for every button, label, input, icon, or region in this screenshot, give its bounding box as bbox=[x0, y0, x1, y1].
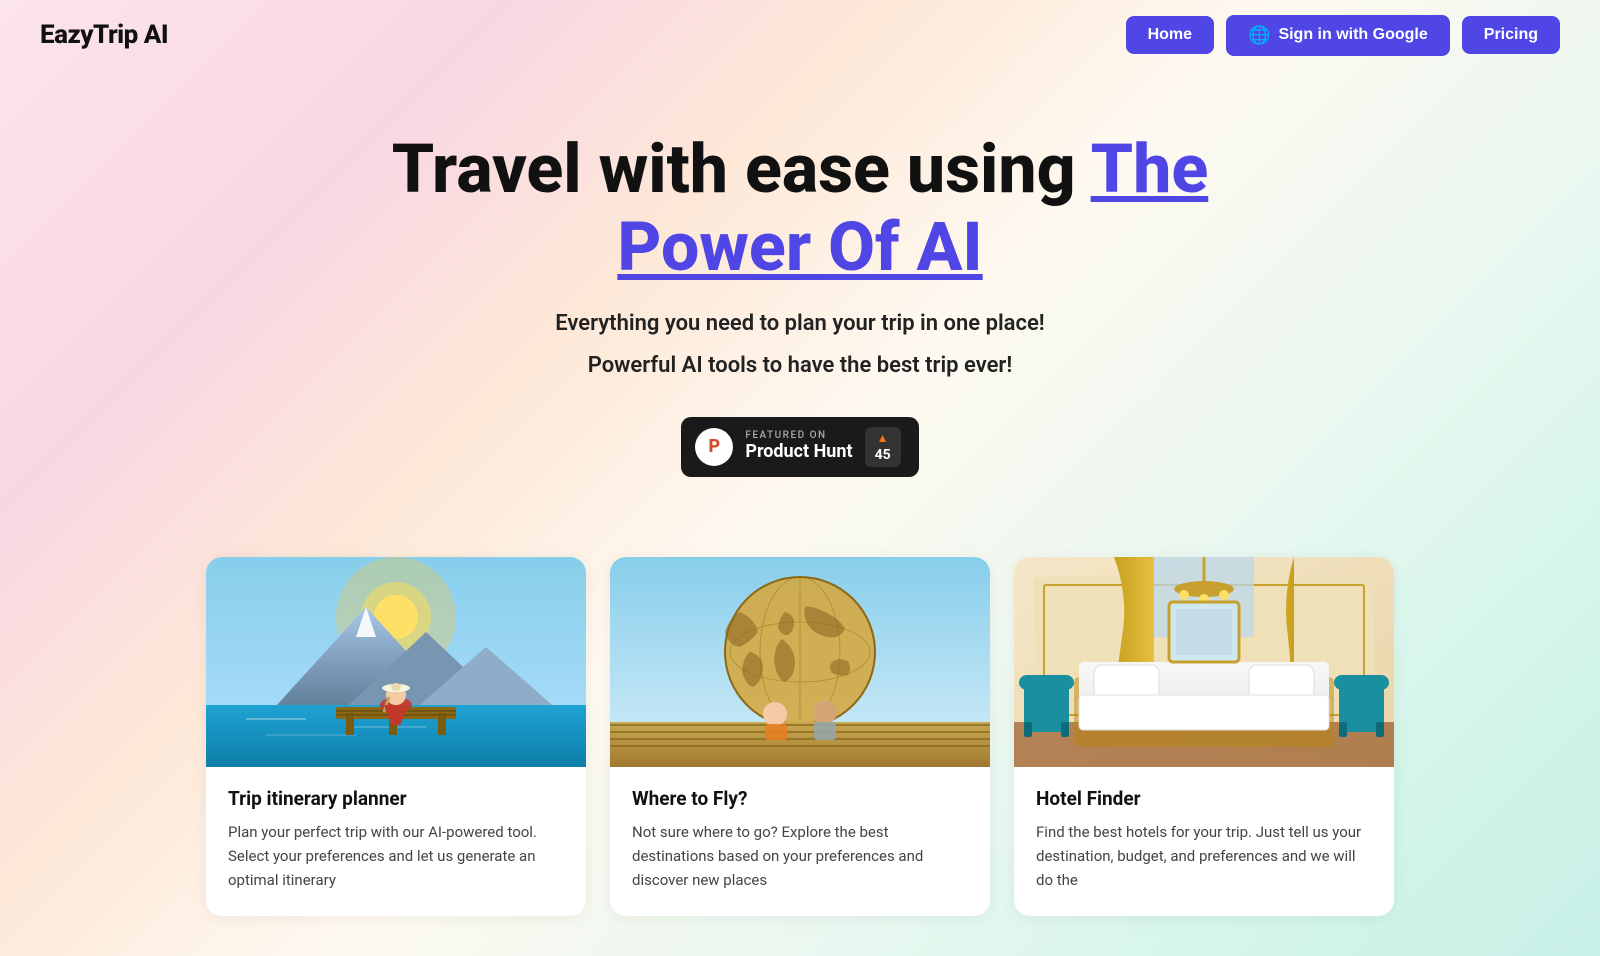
hero-subtitle-2: Powerful AI tools to have the best trip … bbox=[40, 348, 1560, 383]
upvote-count: 45 bbox=[875, 447, 891, 463]
home-button[interactable]: Home bbox=[1126, 16, 1214, 54]
hero-subtitle-1: Everything you need to plan your trip in… bbox=[40, 306, 1560, 341]
card-itinerary-title: Trip itinerary planner bbox=[228, 787, 564, 810]
product-hunt-name: Product Hunt bbox=[745, 441, 852, 463]
card-itinerary: Trip itinerary planner Plan your perfect… bbox=[206, 557, 586, 916]
pricing-button[interactable]: Pricing bbox=[1462, 16, 1560, 54]
card-hotel-body: Hotel Finder Find the best hotels for yo… bbox=[1014, 767, 1394, 916]
navbar: EazyTrip AI Home 🌐 Sign in with Google P… bbox=[0, 0, 1600, 70]
signin-button[interactable]: 🌐 Sign in with Google bbox=[1226, 15, 1450, 56]
nav-logo: EazyTrip AI bbox=[40, 20, 168, 50]
product-hunt-logo: P bbox=[695, 428, 733, 466]
nav-actions: Home 🌐 Sign in with Google Pricing bbox=[1126, 15, 1560, 56]
card-hotel-image bbox=[1014, 557, 1394, 767]
hero-section: Travel with ease using The Power Of AI E… bbox=[0, 70, 1600, 517]
google-icon: 🌐 bbox=[1248, 25, 1270, 46]
card-fly-title: Where to Fly? bbox=[632, 787, 968, 810]
product-hunt-text: FEATURED ON Product Hunt bbox=[745, 430, 852, 463]
card-hotel-title: Hotel Finder bbox=[1036, 787, 1372, 810]
card-hotel-desc: Find the best hotels for your trip. Just… bbox=[1036, 820, 1372, 892]
card-fly-image bbox=[610, 557, 990, 767]
card-itinerary-image bbox=[206, 557, 586, 767]
product-hunt-featured-label: FEATURED ON bbox=[745, 430, 826, 441]
card-fly-body: Where to Fly? Not sure where to go? Expl… bbox=[610, 767, 990, 916]
cards-section: Trip itinerary planner Plan your perfect… bbox=[0, 517, 1600, 956]
card-fly: Where to Fly? Not sure where to go? Expl… bbox=[610, 557, 990, 916]
card-hotel: Hotel Finder Find the best hotels for yo… bbox=[1014, 557, 1394, 916]
product-hunt-upvote[interactable]: ▲ 45 bbox=[865, 427, 901, 467]
card-itinerary-desc: Plan your perfect trip with our AI-power… bbox=[228, 820, 564, 892]
hero-title: Travel with ease using The Power Of AI bbox=[350, 130, 1250, 286]
upvote-arrow-icon: ▲ bbox=[877, 431, 889, 445]
product-hunt-badge[interactable]: P FEATURED ON Product Hunt ▲ 45 bbox=[681, 417, 918, 477]
card-itinerary-body: Trip itinerary planner Plan your perfect… bbox=[206, 767, 586, 916]
card-fly-desc: Not sure where to go? Explore the best d… bbox=[632, 820, 968, 892]
